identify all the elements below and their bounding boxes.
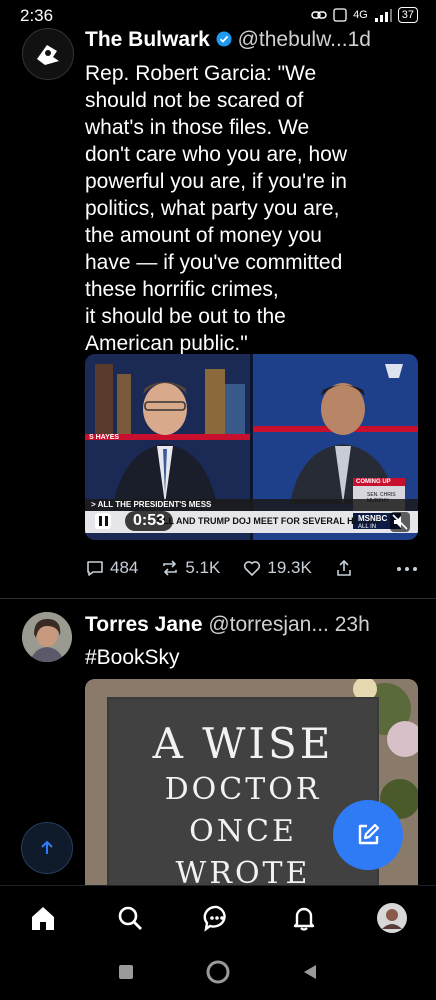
chat-icon: [203, 905, 226, 932]
recents-icon: [119, 964, 133, 979]
tab-home[interactable]: [28, 903, 58, 938]
video-player[interactable]: S HAYES > ALL THE PRESIDENT'S MESS ELL A…: [85, 354, 418, 540]
author-handle[interactable]: @torresjan...: [208, 613, 329, 636]
volte-icon: [333, 8, 347, 22]
back-icon: [304, 964, 316, 979]
avatar[interactable]: [22, 612, 72, 662]
home-circle-icon: [206, 960, 230, 983]
repost-button[interactable]: 5.1K: [160, 558, 220, 578]
mute-icon[interactable]: [390, 512, 410, 532]
tab-notifications[interactable]: [289, 903, 319, 938]
repost-count: 5.1K: [185, 558, 221, 577]
verified-icon: [216, 31, 232, 47]
post-header: Torres Jane @torresjan... 23h: [85, 613, 424, 637]
post-time: 23h: [334, 613, 370, 636]
arrow-up-icon: [41, 840, 53, 854]
coming-up-label: COMING UP: [356, 479, 391, 485]
home-icon: [32, 906, 55, 930]
like-button[interactable]: 19.3K: [242, 558, 312, 578]
more-options-button[interactable]: [396, 558, 418, 578]
heart-icon: [244, 561, 261, 576]
text-line: Rep. Robert Garcia: "We: [85, 62, 317, 85]
chyron-top: > ALL THE PRESIDENT'S MESS: [91, 500, 212, 509]
text-line: what's in those files. We: [85, 116, 310, 139]
status-bar: 2:36 4G 37: [0, 0, 436, 30]
chalk-line: DOCTOR: [164, 772, 322, 807]
like-count: 19.3K: [267, 558, 312, 577]
back-button[interactable]: [301, 963, 319, 986]
post-divider: [0, 598, 436, 599]
post-text: #BookSky: [85, 644, 422, 671]
text-line: American public.": [85, 332, 248, 355]
avatar-photo: [22, 612, 72, 662]
text-line: should not be scared of: [85, 89, 304, 112]
text-line: have — if you've committed: [85, 251, 343, 274]
signal-icon: [374, 8, 392, 22]
chyron-left-tag: S HAYES: [89, 434, 120, 441]
reply-count: 484: [110, 558, 139, 577]
bottom-tab-bar: [0, 885, 436, 954]
text-line: these horrific crimes,: [85, 278, 279, 301]
chyron-main: ELL AND TRUMP DOJ MEET FOR SEVERAL HOURS: [157, 516, 380, 526]
post-actions: 484 5.1K 19.3K: [85, 558, 418, 578]
video-duration: 0:53: [125, 511, 174, 531]
tab-chat[interactable]: [202, 903, 232, 938]
home-nav-button[interactable]: [205, 959, 231, 990]
text-line: the amount of money you: [85, 224, 322, 247]
all-in-label: ALL IN: [358, 524, 377, 530]
text-line: it should be out to the: [85, 305, 286, 328]
hashtag[interactable]: #BookSky: [85, 644, 422, 671]
profile-avatar-icon: [376, 902, 407, 933]
text-line: powerful you are, if you're in: [85, 170, 347, 193]
scroll-to-top-button[interactable]: [21, 822, 73, 874]
post-text: Rep. Robert Garcia: "We should not be sc…: [85, 60, 422, 357]
tab-profile[interactable]: [376, 902, 408, 939]
recents-button[interactable]: [117, 963, 135, 986]
chalk-line: WROTE: [175, 856, 311, 889]
avatar[interactable]: [22, 28, 74, 80]
battery-icon: 37: [397, 7, 418, 23]
author-handle[interactable]: @thebulw...: [238, 28, 348, 51]
text-line: don't care who you are, how: [85, 143, 347, 166]
coming-up-name: SEN. CHRIS MURPHY: [367, 492, 396, 504]
repost-icon: [163, 560, 178, 576]
reply-button[interactable]: 484: [85, 558, 138, 578]
share-icon: [336, 559, 351, 576]
system-nav-bar: [0, 948, 436, 1000]
search-icon: [118, 906, 143, 930]
pause-button[interactable]: [95, 513, 111, 529]
author-name[interactable]: The Bulwark: [85, 28, 210, 51]
network-logo-text: MSNBC: [358, 514, 388, 523]
link-icon: [311, 11, 327, 19]
compose-button[interactable]: [333, 800, 403, 870]
share-button[interactable]: [334, 558, 354, 578]
reply-icon: [87, 561, 103, 576]
pause-icon: [98, 516, 102, 526]
chalk-line: A WISE: [152, 719, 334, 768]
status-time: 2:36: [20, 6, 54, 25]
chalk-text: A WISE DOCTOR ONCE WROTE: [107, 719, 379, 889]
compose-icon: [358, 823, 380, 845]
bulwark-logo-icon: [37, 45, 59, 65]
bell-icon: [293, 907, 314, 931]
author-name[interactable]: Torres Jane: [85, 613, 203, 636]
post-time: 1d: [347, 28, 371, 51]
text-line: politics, what party you are,: [85, 197, 340, 220]
network-type: 4G: [353, 9, 368, 21]
more-icon: [397, 567, 417, 571]
tab-search[interactable]: [115, 903, 145, 938]
post-header: The Bulwark @thebulw...1d: [85, 28, 424, 52]
